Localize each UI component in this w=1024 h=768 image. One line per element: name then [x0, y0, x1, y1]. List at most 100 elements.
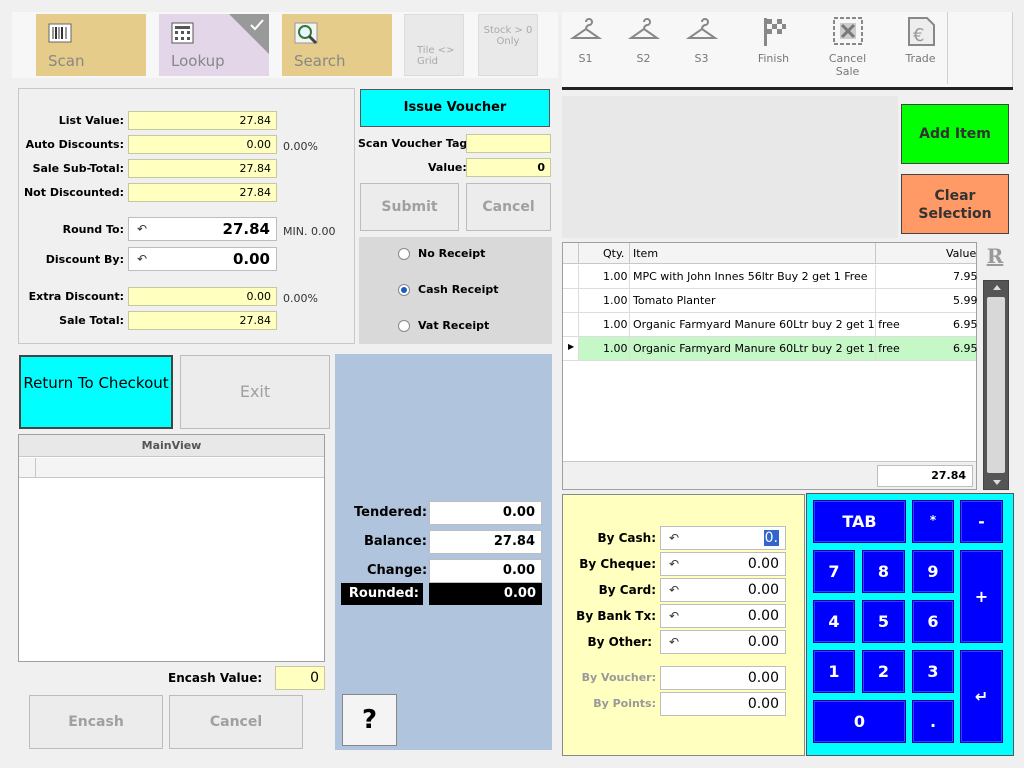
row-qty: 1.00 [603, 270, 628, 283]
sale-total-label: Sale Total: [59, 314, 124, 327]
by-cash-input[interactable]: ↶ 0. [660, 526, 786, 550]
items-table[interactable]: Qty. Item Value 1.00 MPC with John Innes… [562, 242, 978, 490]
lookup-button[interactable]: Lookup [159, 14, 269, 76]
table-row-selected[interactable]: ▶ 1.00 Organic Farmyard Manure 60Ltr buy… [563, 337, 978, 361]
cash-receipt-label: Cash Receipt [418, 283, 499, 296]
round-to-label: Round To: [62, 223, 124, 236]
discount-by-input[interactable]: ↶ 0.00 [128, 247, 277, 271]
key-1[interactable]: 1 [813, 650, 855, 693]
finish-label: Finish [757, 52, 790, 65]
tile-grid-toggle[interactable]: Tile <> Grid [404, 14, 464, 76]
s1-label: S1 [578, 52, 593, 65]
key-9[interactable]: 9 [912, 550, 954, 593]
exit-label: Exit [239, 382, 271, 401]
cancel-sale-button[interactable]: Cancel Sale [820, 16, 875, 80]
row-item: MPC with John Innes 56ltr Buy 2 get 1 Fr… [633, 270, 868, 283]
key-4[interactable]: 4 [813, 600, 855, 643]
change-field: 0.00 [429, 559, 542, 583]
row-qty: 1.00 [603, 294, 628, 307]
items-table-header: Qty. Item Value [563, 243, 976, 264]
s2-button[interactable]: S2 [616, 16, 671, 80]
trade-button[interactable]: € Trade [893, 16, 948, 80]
auto-discounts-field: 0.00 [128, 135, 277, 154]
row-item: Organic Farmyard Manure 60Ltr buy 2 get … [633, 318, 900, 331]
table-row[interactable]: 1.00 Organic Farmyard Manure 60Ltr buy 2… [563, 313, 978, 337]
by-cheque-label: By Cheque: [579, 557, 656, 571]
clear-selection-button[interactable]: Clear Selection [901, 174, 1009, 234]
encash-value-field[interactable]: 0 [275, 666, 325, 690]
key-3[interactable]: 3 [912, 650, 954, 693]
voucher-cancel-button[interactable]: Cancel [466, 183, 551, 231]
scan-voucher-tag-input[interactable] [466, 134, 551, 153]
s3-button[interactable]: S3 [674, 16, 729, 80]
tile-grid-label: Tile <> Grid [417, 45, 455, 67]
finish-flag-icon [758, 16, 790, 46]
items-scrollbar[interactable] [983, 280, 1009, 490]
key-2[interactable]: 2 [862, 650, 905, 693]
star-key[interactable]: * [912, 500, 954, 543]
by-cash-value: 0. [763, 530, 779, 546]
round-to-input[interactable]: ↶ 27.84 [128, 217, 277, 241]
encash-cancel-button[interactable]: Cancel [169, 695, 303, 749]
stock-only-toggle[interactable]: Stock > 0 Only [478, 14, 538, 76]
refresh-r-button[interactable]: R [982, 244, 1008, 274]
encash-cancel-label: Cancel [209, 714, 263, 730]
auto-discounts-label: Auto Discounts: [25, 138, 124, 151]
undo-icon: ↶ [137, 222, 148, 236]
by-bank-tx-input[interactable]: ↶ 0.00 [660, 604, 786, 628]
by-card-input[interactable]: ↶ 0.00 [660, 578, 786, 602]
help-button[interactable]: ? [342, 694, 397, 746]
voucher-value-input[interactable]: 0 [466, 158, 551, 177]
list-value-label: List Value: [58, 114, 124, 127]
row-value: 5.99 [953, 294, 978, 307]
calculator-icon [171, 22, 195, 44]
key-8[interactable]: 8 [862, 550, 905, 593]
search-button[interactable]: Search [282, 14, 392, 76]
stock-only-label: Stock > 0 Only [483, 25, 533, 47]
add-item-button[interactable]: Add Item [901, 104, 1009, 164]
by-other-value: 0.00 [747, 634, 779, 650]
mainview-header-row [19, 458, 324, 478]
scan-button[interactable]: Scan [36, 14, 146, 76]
tab-key[interactable]: TAB [813, 500, 906, 543]
tendered-label: Tendered: [354, 505, 428, 520]
hanger-icon [627, 16, 660, 46]
exit-button[interactable]: Exit [180, 355, 330, 429]
key-0[interactable]: 0 [813, 700, 906, 743]
r-label: R [986, 244, 1004, 268]
by-cheque-input[interactable]: ↶ 0.00 [660, 552, 786, 576]
mainview-grid[interactable]: MainView [18, 434, 325, 662]
rounded-label-box: Rounded: [341, 583, 423, 605]
plus-key[interactable]: + [960, 550, 1003, 643]
hanger-icon [685, 16, 718, 46]
radio-on-icon [398, 284, 410, 296]
encash-button[interactable]: Encash [29, 695, 163, 749]
scroll-up-icon[interactable] [993, 285, 1001, 290]
item-area-panel [562, 96, 898, 238]
by-cash-label: By Cash: [597, 531, 656, 545]
enter-key[interactable]: ↵ [960, 650, 1003, 743]
table-row[interactable]: 1.00 Tomato Planter 5.99 [563, 289, 978, 313]
issue-voucher-button[interactable]: Issue Voucher [360, 89, 550, 127]
value-header: Value [946, 247, 977, 260]
finish-button[interactable]: Finish [746, 16, 801, 80]
undo-icon: ↶ [137, 252, 148, 266]
key-5[interactable]: 5 [862, 600, 905, 643]
dot-key[interactable]: . [912, 700, 954, 743]
return-to-checkout-button[interactable]: Return To Checkout [19, 355, 173, 429]
key-6[interactable]: 6 [912, 600, 954, 643]
key-7[interactable]: 7 [813, 550, 855, 593]
voucher-label-wrap: By Voucher: [562, 670, 658, 690]
submit-button[interactable]: Submit [360, 183, 459, 231]
table-row[interactable]: 1.00 MPC with John Innes 56ltr Buy 2 get… [563, 265, 978, 289]
scroll-thumb[interactable] [987, 297, 1005, 473]
tendered-field: 0.00 [429, 501, 542, 525]
by-other-input[interactable]: ↶ 0.00 [660, 630, 786, 654]
discount-by-value: 0.00 [232, 250, 270, 268]
by-points-label: By Points: [593, 697, 656, 710]
minus-key[interactable]: - [960, 500, 1003, 543]
s1-button[interactable]: S1 [558, 16, 613, 80]
s2-label: S2 [636, 52, 651, 65]
scroll-down-icon[interactable] [993, 480, 1001, 485]
row-item: Tomato Planter [633, 294, 716, 307]
